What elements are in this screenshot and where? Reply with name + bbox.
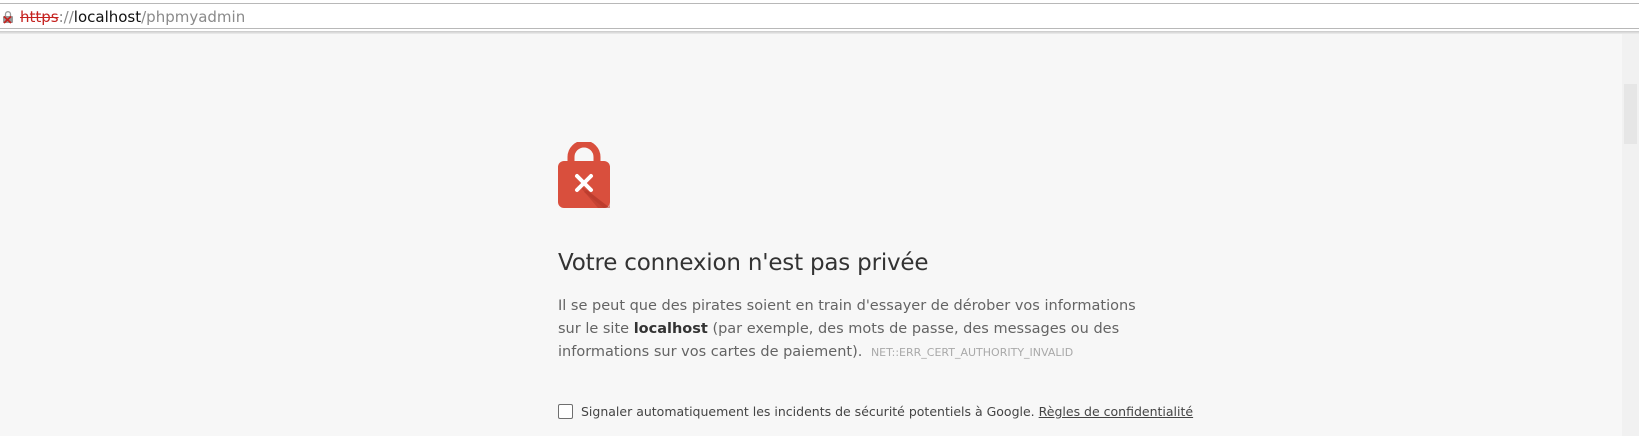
url-text[interactable]: https://localhost/phpmyadmin <box>6 9 245 25</box>
address-bar[interactable]: https://localhost/phpmyadmin <box>0 3 1639 29</box>
report-option: Signaler automatiquement les incidents d… <box>558 404 1193 419</box>
browser-chrome: https://localhost/phpmyadmin <box>0 0 1639 34</box>
page-title: Votre connexion n'est pas privée <box>558 250 929 276</box>
privacy-policy-link[interactable]: Règles de confidentialité <box>1039 404 1193 419</box>
page-scrollbar[interactable] <box>1622 34 1639 436</box>
report-checkbox[interactable] <box>558 404 573 419</box>
report-label[interactable]: Signaler automatiquement les incidents d… <box>581 404 1035 419</box>
scrollbar-thumb[interactable] <box>1624 84 1637 144</box>
url-path: /phpmyadmin <box>141 8 246 26</box>
error-code[interactable]: NET::ERR_CERT_AUTHORITY_INVALID <box>871 346 1073 359</box>
red-lock-x-icon <box>558 142 610 208</box>
url-host: localhost <box>73 8 142 26</box>
chrome-divider <box>0 31 1639 34</box>
url-separator: :// <box>58 8 74 26</box>
url-scheme: https <box>20 8 59 26</box>
warning-host: localhost <box>633 321 708 337</box>
warning-paragraph: Il se peut que des pirates soient en tra… <box>558 295 1158 364</box>
